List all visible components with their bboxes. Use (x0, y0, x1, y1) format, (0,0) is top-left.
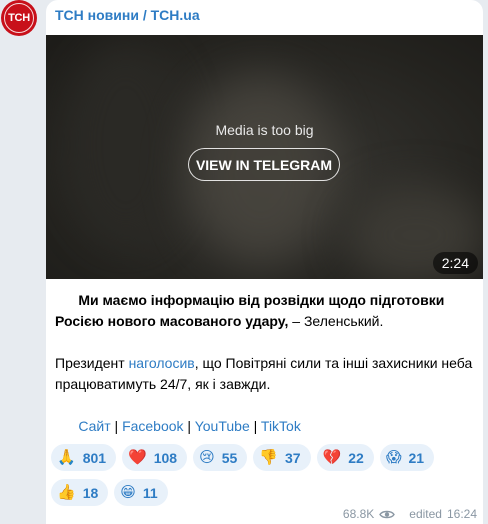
reaction-count: 21 (408, 449, 425, 466)
reaction-broken-heart[interactable]: 💔 22 (316, 444, 374, 471)
thumbs-up-emoji-icon: 👍 (57, 484, 76, 501)
reaction-grin[interactable]: 😁 11 (114, 479, 168, 506)
view-count: 68.8K (342, 507, 375, 521)
reaction-heart[interactable]: ❤️ 108 (122, 444, 188, 471)
link-separator: | (183, 418, 195, 434)
message-meta: 68.8K edited 16:24 (343, 507, 477, 521)
post-paragraph: Президент наголосив, що Повітряні сили т… (55, 353, 475, 395)
reaction-count: 55 (221, 449, 238, 466)
reaction-count: 37 (285, 449, 301, 466)
video-preview[interactable]: Media is too big VIEW IN TELEGRAM 2:24 (46, 35, 483, 279)
pray-emoji-icon: 🙏 (57, 449, 76, 466)
youtube-link[interactable]: YouTube (195, 418, 250, 434)
thumbs-down-emoji-icon: 👎 (259, 449, 278, 466)
eye-icon (379, 510, 396, 518)
reaction-thumbs-down[interactable]: 👎 37 (253, 444, 311, 471)
blur-shape (66, 45, 186, 245)
headline-attribution: – Зеленський. (288, 313, 384, 329)
grinning-face-emoji-icon: 😁 (120, 484, 136, 501)
facebook-link[interactable]: Facebook (122, 418, 183, 434)
link-separator: | (110, 418, 123, 434)
crying-face-emoji-icon: 😢 (199, 449, 215, 466)
reaction-scream[interactable]: 😱 21 (379, 444, 435, 471)
reaction-count: 18 (82, 484, 99, 501)
message-time: 16:24 (446, 507, 477, 521)
media-too-big-message: Media is too big (215, 122, 314, 138)
reaction-pray[interactable]: 🙏 801 (51, 444, 117, 471)
post-headline: Ми маємо інформацію від розвідки щодо пі… (55, 290, 475, 332)
reactions-bar: 🙏 801 ❤️ 108 😢 55 👎 37 💔 22 😱 21 👍 18 😁 11 (51, 444, 471, 506)
view-in-telegram-button[interactable]: VIEW IN TELEGRAM (188, 148, 340, 181)
heart-emoji-icon: ❤️ (128, 449, 147, 466)
screaming-face-emoji-icon: 😱 (385, 449, 402, 466)
said-link[interactable]: наголосив (129, 355, 195, 371)
video-duration-badge: 2:24 (432, 252, 478, 274)
headline-bold-text: Ми маємо інформацію від розвідки щодо пі… (55, 292, 445, 329)
tiktok-link[interactable]: TikTok (261, 418, 301, 434)
avatar-ring (4, 3, 34, 33)
reaction-count: 22 (348, 449, 364, 466)
channel-name[interactable]: ТСН новини / ТСН.ua (55, 7, 200, 23)
social-links: Сайт | Facebook | YouTube | TikTok (55, 416, 475, 437)
reaction-thumbs-up[interactable]: 👍 18 (51, 479, 109, 506)
site-link[interactable]: Сайт (78, 418, 110, 434)
broken-heart-emoji-icon: 💔 (322, 449, 342, 466)
reaction-count: 108 (153, 449, 178, 466)
paragraph-text-start: Президент (55, 355, 129, 371)
reaction-cry[interactable]: 😢 55 (193, 444, 248, 471)
reaction-count: 11 (142, 484, 158, 501)
edited-label: edited (409, 507, 442, 521)
channel-avatar[interactable]: ТСН (1, 0, 37, 36)
link-separator: | (249, 418, 261, 434)
reaction-count: 801 (82, 449, 107, 466)
